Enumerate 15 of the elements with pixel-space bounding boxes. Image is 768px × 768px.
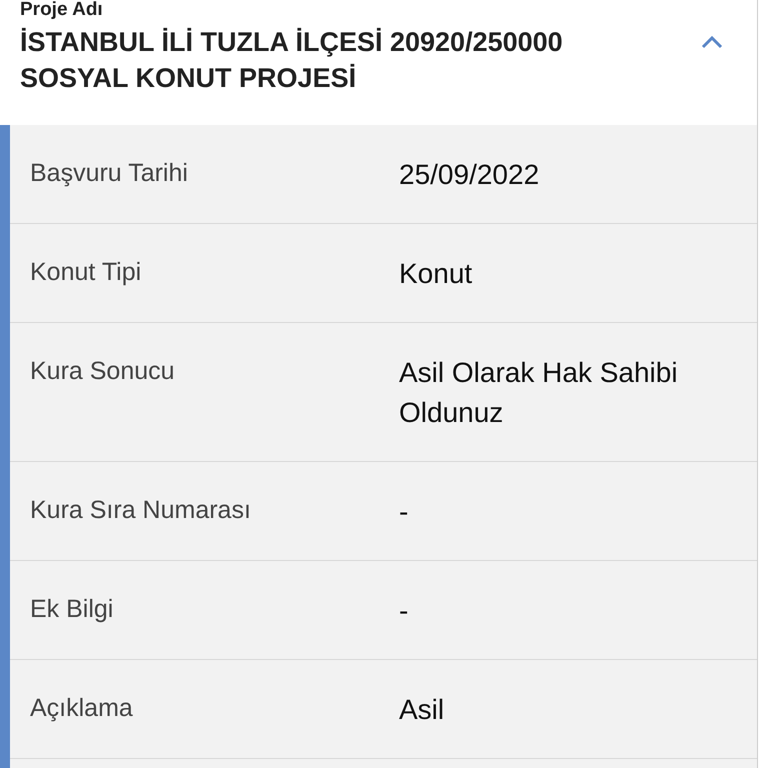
field-label: Kura Sonucu: [30, 356, 176, 387]
field-value: 25/09/2022: [399, 158, 540, 192]
field-value: -: [399, 495, 410, 529]
field-value: -: [399, 594, 410, 628]
field-label: Ek Bilgi: [30, 594, 114, 625]
field-value: Konut: [399, 257, 474, 291]
project-title: İSTANBUL İLİ TUZLA İLÇESİ 20920/250000 SOSYAL KONUT PROJESİ: [20, 26, 564, 95]
field-label: Açıklama: [30, 693, 134, 724]
field-label: Kura Sıra Numarası: [30, 495, 252, 526]
field-value: Asil: [399, 693, 446, 727]
field-value: Asil Olarak Hak Sahibi Oldunuz: [399, 356, 679, 430]
field-label: Proje Adı: [20, 0, 103, 20]
chevron-up-icon: [701, 35, 723, 49]
field-label: Konut Tipi: [30, 257, 142, 288]
field-label: Başvuru Tarihi: [30, 158, 189, 189]
